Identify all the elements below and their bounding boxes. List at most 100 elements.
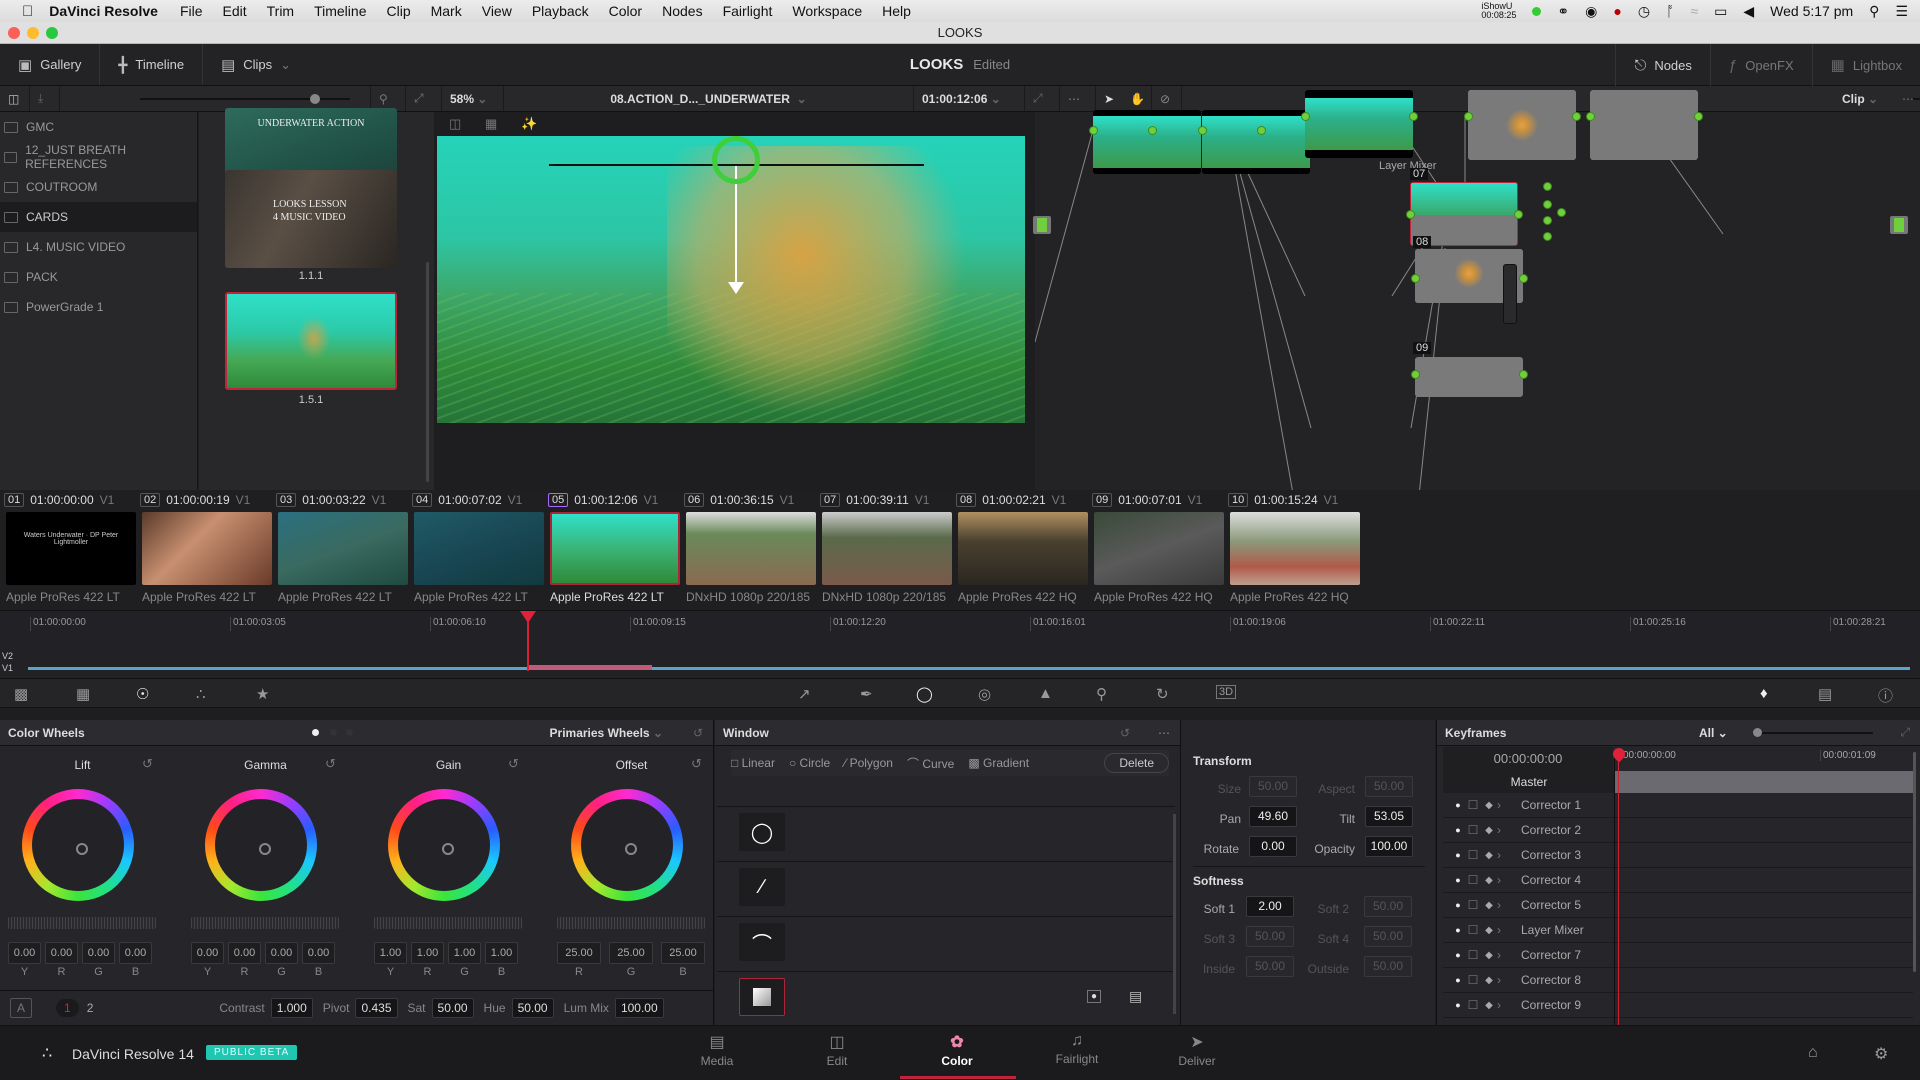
source-input[interactable] [1033,216,1051,234]
mixer-input-pin[interactable] [1543,216,1552,225]
wheel-puck[interactable] [76,843,88,855]
node-input-pin[interactable] [1406,210,1415,219]
outside-field[interactable]: 50.00 [1364,956,1412,977]
keyframe-diamond-icon[interactable]: ◆ [1481,800,1497,811]
gradient-window-shape-active[interactable] [739,978,785,1016]
channel-value-field[interactable]: 0.00 [228,942,261,964]
node-09[interactable] [1415,357,1523,397]
master-wheel-slider[interactable] [8,917,156,929]
clip-thumbnail[interactable] [142,512,272,585]
clip-thumbnail[interactable] [1094,512,1224,585]
app-icon[interactable]: ◉ [1585,3,1597,20]
clip-thumbnail[interactable] [686,512,816,585]
keyframe-diamond-icon[interactable]: ◆ [1481,950,1497,961]
clip-thumbnail[interactable] [414,512,544,585]
more-options-icon[interactable]: ⋯ [1902,92,1914,106]
time-machine-icon[interactable]: ◷ [1638,3,1650,20]
clip-item[interactable]: 02 01:00:00:19 V1 Apple ProRes 422 LT [140,490,276,610]
node-input-pin[interactable] [1411,370,1420,379]
menu-app-name[interactable]: DaVinci Resolve [49,3,158,19]
color-wheel-ring[interactable] [571,789,683,901]
lock-icon[interactable]: ☐ [1465,973,1481,987]
clip-thumbnail[interactable] [958,512,1088,585]
fit-icon[interactable]: ⤢ [406,86,442,111]
keyframe-master-row[interactable]: Master [1443,771,1913,793]
keyframe-track-row[interactable]: ● ☐ ◆ › Corrector 9 [1443,993,1913,1018]
node-2[interactable] [1202,110,1310,174]
clip-item[interactable]: 01 01:00:00:00 V1 Waters Underwater · DP P… [4,490,140,610]
key-icon[interactable]: ⚲ [1096,685,1107,703]
keyframe-track-row[interactable]: ● ☐ ◆ › Corrector 3 [1443,843,1913,868]
mixer-input-pin[interactable] [1543,182,1552,191]
soft2-field[interactable]: 50.00 [1364,896,1412,917]
enable-dot-icon[interactable]: ● [1451,875,1465,885]
hue-field[interactable]: 50.00 [511,998,554,1018]
add-curve-window[interactable]: ⌒ Curve [907,755,954,772]
node-output-pin[interactable] [1257,126,1266,135]
timeline-button[interactable]: ╋ Timeline [100,44,204,85]
ishowu-status[interactable]: iShowU 00:08:25 [1481,2,1516,20]
page-fairlight[interactable]: ♫ Fairlight [1042,1032,1112,1066]
clip-item[interactable]: 09 01:00:07:01 V1 Apple ProRes 422 HQ [1092,490,1228,610]
keyframes-icon[interactable]: ♦ [1760,685,1768,702]
minimize-window-button[interactable] [27,27,39,39]
keyframe-zoom-slider[interactable] [1755,732,1873,734]
soft1-field[interactable]: 2.00 [1246,896,1294,917]
scopes-icon[interactable]: ▤ [1818,685,1832,703]
color-wheel-ring[interactable] [205,789,317,901]
mini-timeline[interactable]: 01:00:00:00 01:00:03:05 01:00:06:10 01:00:0… [0,610,1920,678]
openfx-button[interactable]: ƒ OpenFX [1711,44,1813,86]
lock-icon[interactable]: ☐ [1465,998,1481,1012]
still-thumbnail[interactable]: LOOKS LESSON 4 MUSIC VIDEO [225,170,397,268]
tracker-icon[interactable]: ◎ [978,685,991,703]
chevron-right-icon[interactable]: › [1497,948,1511,962]
rgb-mixer-icon[interactable]: ∴ [196,685,206,703]
enable-dot-icon[interactable]: ● [1451,1000,1465,1010]
menu-trim[interactable]: Trim [267,3,294,19]
split-screen-icon[interactable]: ◫ [449,116,461,132]
zoom-window-button[interactable] [46,27,58,39]
keyframe-diamond-icon[interactable]: ◆ [1481,825,1497,836]
3d-icon[interactable]: 3D [1216,685,1237,699]
page-1-button[interactable]: 1 [56,999,79,1017]
keyframe-diamond-icon[interactable]: ◆ [1481,850,1497,861]
node-input-pin[interactable] [1586,112,1595,121]
rotate-field[interactable]: 0.00 [1249,836,1297,857]
mixer-output-pin[interactable] [1557,208,1566,217]
menu-nodes[interactable]: Nodes [662,3,702,19]
lum-mix-field[interactable]: 100.00 [614,998,664,1018]
channel-value-field[interactable]: 0.00 [82,942,115,964]
more-options-icon[interactable]: ⋯ [1060,86,1096,111]
page-color-active[interactable]: ✿ Color [922,1032,992,1068]
keyframe-track-row[interactable]: ● ☐ ◆ › Corrector 5 [1443,893,1913,918]
menu-view[interactable]: View [482,3,512,19]
add-linear-window[interactable]: □ Linear [731,756,775,770]
clip-thumbnail[interactable] [278,512,408,585]
node-output-pin[interactable] [1514,210,1523,219]
creative-cloud-icon[interactable]: ⚭ [1557,3,1569,20]
clock[interactable]: Wed 5:17 pm [1770,3,1853,19]
lock-icon[interactable]: ☐ [1465,823,1481,837]
expand-icon[interactable]: ⤢ [1900,725,1910,740]
color-wheels-icon[interactable]: ☉ [136,685,149,703]
chevron-right-icon[interactable]: › [1497,798,1511,812]
color-wheel-ring[interactable] [22,789,134,901]
pointer-tool-icon[interactable]: ➤ [1096,86,1122,111]
menu-playback[interactable]: Playback [532,3,589,19]
node-mode-select[interactable]: Clip ⌄ [1842,92,1878,106]
soft4-field[interactable]: 50.00 [1364,926,1412,947]
contrast-field[interactable]: 1.000 [270,998,313,1018]
circle-window-shape[interactable]: ◯ [739,813,785,851]
add-circle-window[interactable]: ○ Circle [789,756,830,770]
keyframe-diamond-icon[interactable]: ◆ [1481,975,1497,986]
album-item[interactable]: CARDS [0,202,197,232]
clips-button[interactable]: ▤ Clips ⌄ [203,44,309,85]
gradient-arrow-handle[interactable] [728,282,744,294]
node-4[interactable] [1468,90,1576,160]
enable-dot-icon[interactable]: ● [1451,825,1465,835]
chevron-right-icon[interactable]: › [1497,973,1511,987]
keyframe-track-row[interactable]: ● ☐ ◆ › Corrector 7 [1443,943,1913,968]
volume-icon[interactable]: ◀ [1743,3,1754,20]
color-match-icon[interactable]: ▦ [76,685,90,703]
node-input-pin[interactable] [1089,126,1098,135]
